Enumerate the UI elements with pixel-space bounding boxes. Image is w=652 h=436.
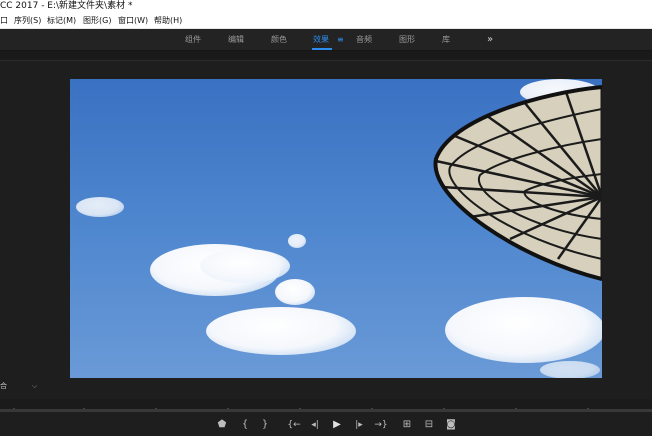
zoom-level-select[interactable]: 合 ⌵ xyxy=(0,381,40,391)
marker-icon: ⬟ xyxy=(217,419,227,430)
zoom-level-label: 合 xyxy=(0,382,7,390)
window-title: CC 2017 - E:\新建文件夹\素材 * xyxy=(0,1,133,11)
workspace-tab-assembly[interactable]: 组件 xyxy=(185,29,201,50)
menu-item-graphics[interactable]: 图形(G) xyxy=(83,13,111,28)
export-frame-button[interactable]: ◙ xyxy=(444,418,458,432)
go-to-in-button[interactable]: {← xyxy=(285,418,303,432)
workspace-tab-graphics[interactable]: 图形 xyxy=(399,29,415,50)
close-window-button[interactable] xyxy=(630,0,652,13)
bracket-left-icon: { xyxy=(241,419,249,430)
go-to-in-icon: {← xyxy=(287,420,301,430)
menu-item-marker[interactable]: 标记(M) xyxy=(47,13,76,28)
insert-icon: ⊞ xyxy=(402,419,412,430)
step-back-icon: ◂| xyxy=(311,420,319,430)
overwrite-button[interactable]: ⊟ xyxy=(422,418,436,432)
workspace-tab-color[interactable]: 颜色 xyxy=(271,29,287,50)
workspace-tab-libraries[interactable]: 库 xyxy=(442,29,450,50)
mark-in-button[interactable]: { xyxy=(238,418,252,432)
time-ruler[interactable] xyxy=(0,399,652,414)
mark-out-button[interactable]: } xyxy=(258,418,272,432)
menu-bar: 口 序列(S) 标记(M) 图形(G) 窗口(W) 帮助(H) xyxy=(0,13,652,29)
workspace-tab-editing[interactable]: 编辑 xyxy=(228,29,244,50)
program-monitor-video[interactable] xyxy=(70,79,602,378)
menu-item-window[interactable]: 窗口(W) xyxy=(118,13,148,28)
bracket-right-icon: } xyxy=(261,419,269,430)
workspace-overflow-icon[interactable]: » xyxy=(487,29,493,50)
step-back-button[interactable]: ◂| xyxy=(307,418,323,432)
add-marker-button[interactable]: ⬟ xyxy=(215,418,229,432)
step-forward-button[interactable]: |▸ xyxy=(351,418,367,432)
menu-item-help[interactable]: 帮助(H) xyxy=(154,13,182,28)
active-workspace-indicator xyxy=(312,48,332,50)
workspace-tab-effects[interactable]: 效果 xyxy=(313,29,329,50)
camera-icon: ◙ xyxy=(446,419,456,430)
overwrite-icon: ⊟ xyxy=(424,419,434,430)
menu-item-sequence[interactable]: 序列(S) xyxy=(14,13,41,28)
workspace-tab-audio[interactable]: 音频 xyxy=(356,29,372,50)
go-to-out-icon: →} xyxy=(374,420,388,430)
title-bar: CC 2017 - E:\新建文件夹\素材 * xyxy=(0,0,652,13)
insert-button[interactable]: ⊞ xyxy=(400,418,414,432)
panel-header xyxy=(0,51,652,61)
play-icon: ▶ xyxy=(333,419,341,430)
chevron-down-icon: ⌵ xyxy=(32,382,38,390)
go-to-out-button[interactable]: →} xyxy=(372,418,390,432)
step-forward-icon: |▸ xyxy=(355,420,363,430)
workspace-menu-icon[interactable]: ≡ xyxy=(337,29,344,50)
workspace-bar: 组件 编辑 颜色 效果 ≡ 音频 图形 库 » xyxy=(0,29,652,51)
canopy-structure xyxy=(433,85,602,281)
menu-item-clipped[interactable]: 口 xyxy=(0,13,8,28)
play-button[interactable]: ▶ xyxy=(330,418,344,432)
transport-controls: ⬟ { } {← ◂| ▶ |▸ →} ⊞ ⊟ ◙ xyxy=(0,412,652,436)
